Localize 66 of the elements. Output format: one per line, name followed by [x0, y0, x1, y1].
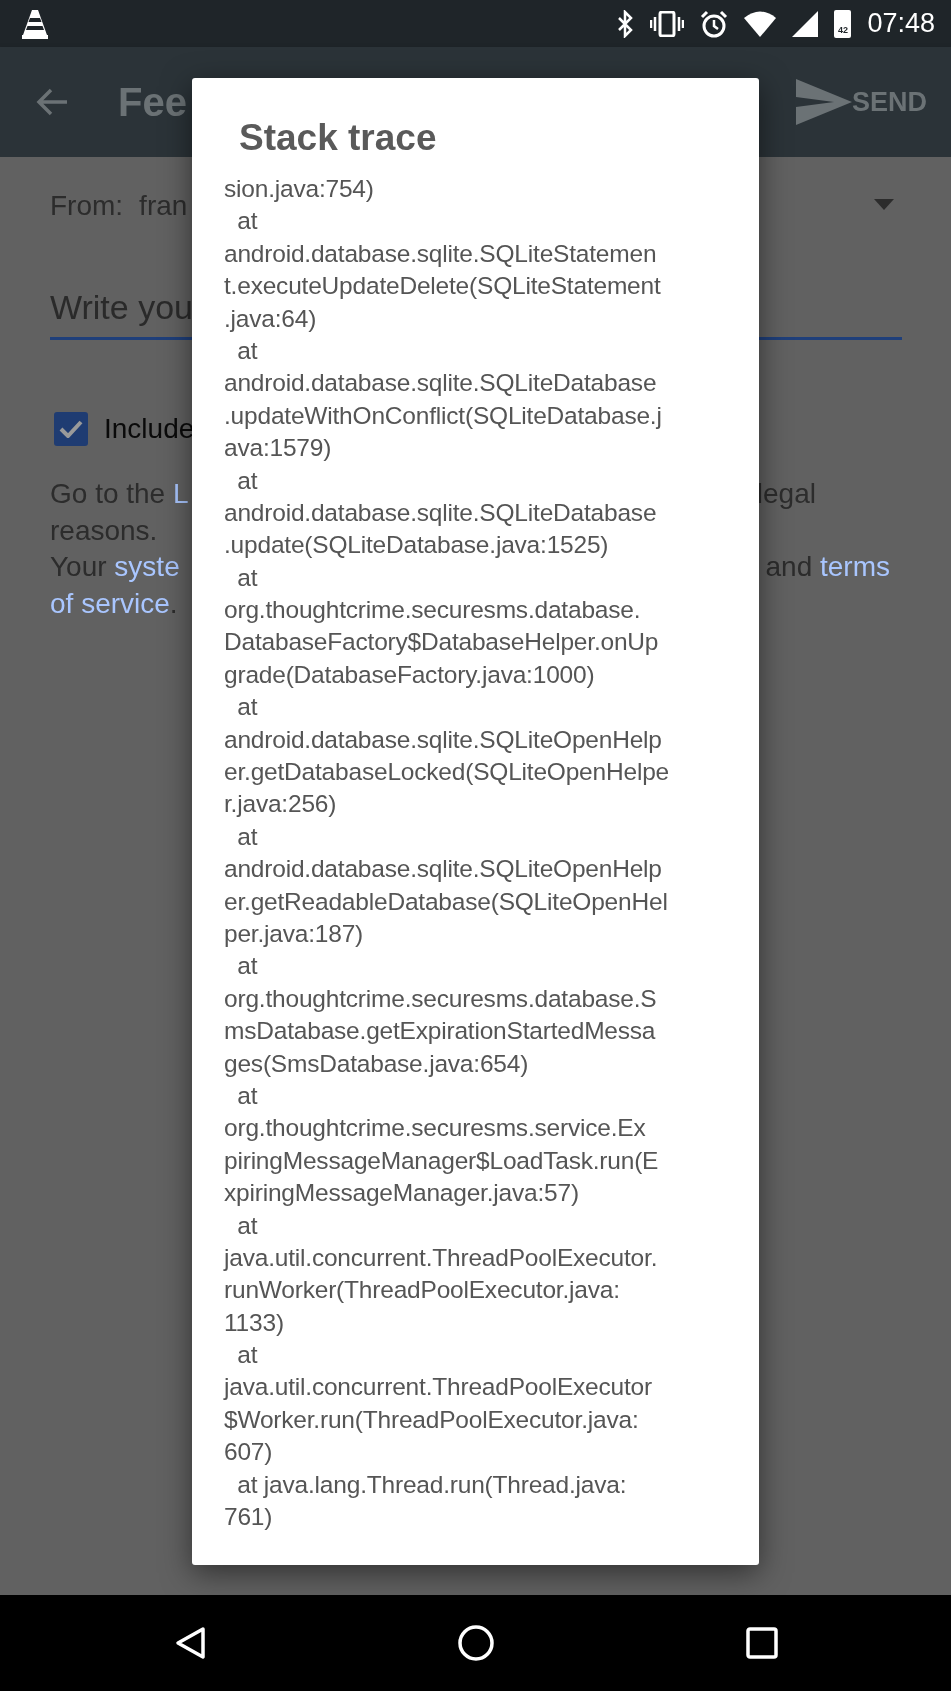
- stack-trace-line: $Worker.run(ThreadPoolExecutor.java:: [224, 1404, 640, 1435]
- stack-trace-line: android.database.sqlite.SQLiteOpenHelp: [224, 854, 663, 885]
- stack-trace-line: msDatabase.getExpirationStartedMessa: [224, 1016, 657, 1047]
- stack-trace-line: at: [236, 951, 259, 982]
- link[interactable]: syste: [114, 551, 180, 582]
- stack-trace-line: piringMessageManager$LoadTask.run(E: [224, 1145, 660, 1176]
- stack-trace-line: at: [236, 821, 259, 852]
- stack-trace-line: .update(SQLiteDatabase.java:1525): [224, 530, 610, 561]
- back-triangle-icon[interactable]: [173, 1626, 206, 1660]
- checkbox-label: Include: [104, 412, 195, 446]
- link[interactable]: of service: [50, 587, 170, 619]
- stack-trace-line: at: [236, 692, 259, 723]
- stack-trace-line: grade(DatabaseFactory.java:1000): [224, 659, 596, 690]
- stack-trace-line: org.thoughtcrime.securesms.service.Ex: [224, 1113, 647, 1144]
- dialog-title: Stack trace: [238, 116, 438, 160]
- stack-trace-line: at: [236, 562, 259, 593]
- wifi-icon: [744, 10, 777, 37]
- link[interactable]: L: [172, 478, 189, 509]
- stack-trace-line: android.database.sqlite.SQLiteStatemen: [224, 238, 658, 269]
- alarm-clock-icon: [700, 9, 729, 38]
- stack-trace-line: r.java:256): [224, 789, 338, 820]
- back-arrow-icon[interactable]: [36, 88, 68, 116]
- notice-text: of service.: [50, 586, 178, 621]
- vibrate-icon: [650, 10, 685, 37]
- stack-trace-line: 1133): [224, 1307, 285, 1338]
- signal-icon: [792, 10, 819, 37]
- stack-trace-line: sion.java:754): [224, 174, 375, 204]
- stack-trace-line: java.util.concurrent.ThreadPoolExecutor: [224, 1372, 653, 1403]
- paper-plane-icon: [796, 79, 852, 125]
- stack-trace-line: at: [236, 465, 259, 496]
- checkmark-icon: [59, 420, 83, 438]
- stack-trace-line: at: [236, 1340, 259, 1371]
- stack-trace-line: android.database.sqlite.SQLiteDatabase: [224, 497, 658, 528]
- stack-trace-line: t.executeUpdateDelete(SQLiteStatement: [224, 271, 662, 302]
- stack-trace-line: xpiringMessageManager.java:57): [224, 1178, 580, 1209]
- send-button[interactable]: SEND: [796, 79, 927, 125]
- stack-trace-line: at: [236, 1080, 259, 1111]
- stack-trace-line: per.java:187): [224, 919, 365, 949]
- stack-trace-line: android.database.sqlite.SQLiteDatabase: [224, 368, 658, 399]
- stack-trace-line: at: [236, 206, 259, 237]
- stack-trace-line: at: [236, 335, 259, 366]
- checkbox[interactable]: [54, 412, 88, 446]
- stack-trace-line: at java.lang.Thread.run(Thread.java:: [236, 1469, 628, 1500]
- home-circle-icon[interactable]: [456, 1624, 495, 1662]
- stack-trace-line: DatabaseFactory$DatabaseHelper.onUp: [224, 627, 660, 658]
- stack-trace-line: org.thoughtcrime.securesms.database.S: [224, 983, 658, 1014]
- stack-trace-line: org.thoughtcrime.securesms.database.: [224, 595, 642, 626]
- stack-trace-line: runWorker(ThreadPoolExecutor.java:: [224, 1275, 621, 1306]
- bluetooth-icon: [616, 9, 635, 38]
- battery-icon: 42: [834, 9, 852, 38]
- clock-time: 07:48: [867, 7, 935, 41]
- screen-title: Fee: [118, 79, 187, 126]
- stack-trace-line: er.getReadableDatabase(SQLiteOpenHel: [224, 886, 669, 917]
- stack-trace-line: ges(SmsDatabase.java:654): [224, 1048, 530, 1079]
- stack-trace-line: er.getDatabaseLocked(SQLiteOpenHelpe: [224, 757, 670, 788]
- square-icon[interactable]: [745, 1627, 778, 1659]
- stack-trace-line: 761): [224, 1502, 274, 1532]
- link[interactable]: terms: [820, 551, 890, 582]
- stack-trace-line: .java:64): [224, 303, 318, 334]
- stack-trace-line: android.database.sqlite.SQLiteOpenHelp: [224, 724, 663, 755]
- stack-trace-line: ava:1579): [224, 433, 333, 464]
- stack-trace-line: 607): [224, 1437, 274, 1468]
- traffic-cone-icon: [22, 8, 48, 39]
- stack-trace-line: at: [236, 1210, 259, 1241]
- stack-trace-line: .updateWithOnConflict(SQLiteDatabase.j: [224, 400, 663, 431]
- stack-trace-line: java.util.concurrent.ThreadPoolExecutor.: [224, 1242, 659, 1273]
